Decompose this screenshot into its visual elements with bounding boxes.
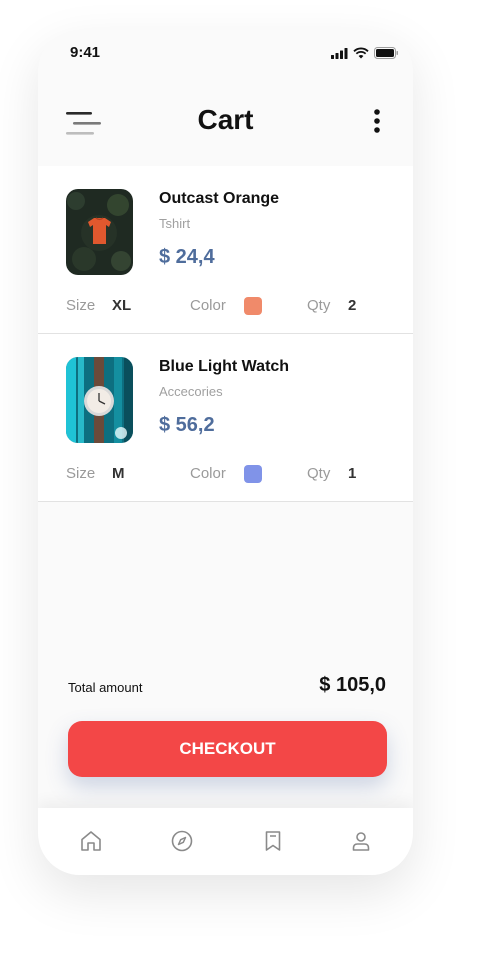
qty-value[interactable]: 1 bbox=[348, 465, 356, 482]
battery-icon bbox=[374, 47, 398, 59]
phone-screen: 9:41 Cart Outcast Orange Tshirt $ 24,4 S… bbox=[38, 30, 413, 875]
total-label: Total amount bbox=[68, 680, 143, 695]
tab-saved[interactable] bbox=[258, 826, 288, 856]
home-icon bbox=[81, 831, 101, 851]
tab-bar bbox=[38, 808, 413, 875]
total-value: $ 105,0 bbox=[319, 674, 386, 696]
header: Cart bbox=[38, 90, 413, 156]
product-price: $ 24,4 bbox=[159, 246, 215, 268]
signal-icon bbox=[331, 47, 348, 59]
product-image bbox=[66, 189, 133, 275]
size-label: Size bbox=[66, 297, 96, 314]
product-category: Tshirt bbox=[159, 216, 191, 231]
wifi-icon bbox=[353, 47, 369, 59]
product-name: Outcast Orange bbox=[159, 190, 280, 207]
color-label: Color bbox=[190, 297, 226, 314]
qty-value[interactable]: 2 bbox=[348, 297, 356, 314]
color-swatch[interactable] bbox=[244, 465, 262, 483]
cart-item[interactable]: Blue Light Watch Accecories $ 56,2 Size … bbox=[38, 334, 413, 502]
size-label: Size bbox=[66, 465, 96, 482]
tab-profile[interactable] bbox=[346, 826, 376, 856]
cart-items-list: Outcast Orange Tshirt $ 24,4 Size XL Col… bbox=[38, 166, 413, 502]
tab-home[interactable] bbox=[76, 826, 106, 856]
page-title: Cart bbox=[197, 104, 254, 135]
color-label: Color bbox=[190, 465, 226, 482]
cart-item[interactable]: Outcast Orange Tshirt $ 24,4 Size XL Col… bbox=[38, 166, 413, 334]
tab-explore[interactable] bbox=[167, 826, 197, 856]
compass-icon bbox=[171, 830, 193, 852]
product-category: Accecories bbox=[159, 384, 223, 399]
product-image bbox=[66, 357, 133, 443]
product-price: $ 56,2 bbox=[159, 414, 215, 436]
user-icon bbox=[352, 832, 370, 851]
qty-label: Qty bbox=[307, 297, 331, 314]
product-name: Blue Light Watch bbox=[159, 358, 290, 375]
product-specs: Size M Color Qty 1 bbox=[66, 465, 386, 485]
size-value[interactable]: XL bbox=[112, 297, 131, 314]
product-specs: Size XL Color Qty 2 bbox=[66, 297, 386, 317]
more-vertical-icon bbox=[374, 109, 380, 133]
status-time: 9:41 bbox=[70, 44, 101, 61]
checkout-button[interactable]: CHECKOUT bbox=[68, 721, 387, 777]
size-value[interactable]: M bbox=[112, 465, 125, 482]
bookmark-icon bbox=[265, 831, 281, 851]
status-bar: 9:41 bbox=[38, 30, 413, 78]
color-swatch[interactable] bbox=[244, 297, 262, 315]
more-options-button[interactable] bbox=[367, 107, 387, 137]
qty-label: Qty bbox=[307, 465, 331, 482]
total-row: Total amount $ 105,0 bbox=[68, 674, 386, 704]
status-icons bbox=[331, 47, 399, 59]
